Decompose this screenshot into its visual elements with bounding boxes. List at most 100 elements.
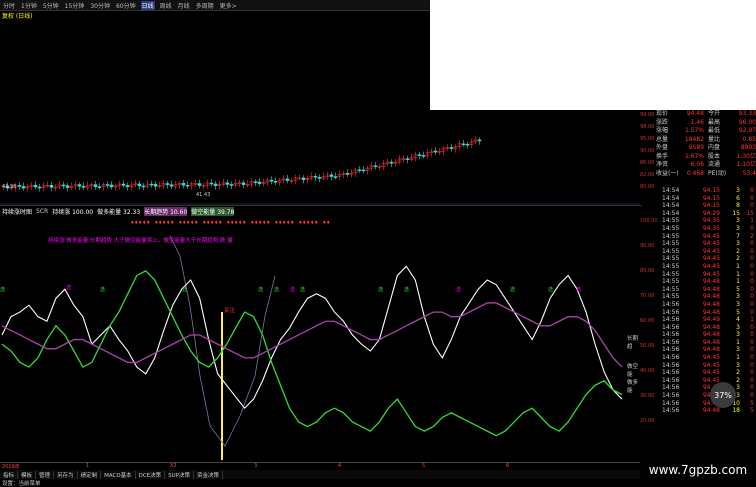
period-tab[interactable]: 多周期 <box>195 1 215 10</box>
axis-label: 98.00 <box>640 124 655 130</box>
tick-volume: 3 <box>736 217 740 225</box>
tick-price: 94.45 <box>702 369 720 377</box>
indicator-tab[interactable]: 管理 <box>36 470 55 479</box>
tick-time: 14:56 <box>662 316 680 324</box>
tick-volume: 6 <box>736 194 740 202</box>
quote-label: 内盘 <box>708 144 721 151</box>
quote-label: 量比 <box>708 135 721 143</box>
signal-marker: 选 <box>182 286 187 293</box>
quote-value: 93.33 <box>738 110 756 117</box>
side-label-trend: 长期趋 <box>627 336 639 350</box>
tick-count: 0 <box>750 247 754 255</box>
quote-row: 外盘 9589 内盘 8893 <box>656 144 756 153</box>
axis-label: 100.00 <box>640 218 658 224</box>
tick-price: 94.48 <box>702 293 720 301</box>
period-tab[interactable]: 15分钟 <box>64 1 86 10</box>
period-tab[interactable]: 1分钟 <box>20 1 38 10</box>
tick-price: 94.35 <box>702 217 720 225</box>
indicator-tab[interactable]: MACD基本 <box>101 470 136 479</box>
candle-body <box>125 185 130 188</box>
indicator-chart[interactable]: ♦ ♦ ♦ ♦ ♦ ♦ ♦ ♦ ♦ ♦ ♦ ♦ ♦ ♦ ♦ ♦ ♦ ♦ ♦ ♦ ♦ ♦ ♦ ♦ ♦ ♦ ♦ ♦ ♦ ♦ ♦ ♦ ♦ ♦ ♦ ♦ ♦ ♦ ♦ ♦… <box>0 216 640 462</box>
candle-body <box>253 181 258 183</box>
candle-body <box>165 183 170 185</box>
signal-marker: 选 <box>456 286 461 293</box>
progress-badge[interactable]: 37% <box>710 382 736 408</box>
candlestick-svg[interactable]: 43.96 41.43 <box>0 10 640 205</box>
tick-time: 14:56 <box>662 354 680 362</box>
tick-row: 14:56 94.45 1 0 <box>656 354 756 362</box>
period-tab[interactable]: 月线 <box>177 1 191 10</box>
candle-body <box>225 182 230 185</box>
tick-time: 14:56 <box>662 407 680 415</box>
tick-time: 14:56 <box>662 369 680 377</box>
tick-count: 0 <box>750 331 754 339</box>
price-chart[interactable]: 复权 (日线) 43.96 41.43 <box>0 10 640 205</box>
indicator-tab[interactable]: 绩定制 <box>78 470 102 479</box>
signal-marker: 选 <box>404 286 409 293</box>
indicator-tab[interactable]: 资金决策 <box>194 470 223 479</box>
date-label: 4 <box>338 463 342 469</box>
tick-count: 5 <box>750 407 754 415</box>
axis-label: 60.00 <box>640 318 655 324</box>
tick-count: 0 <box>750 187 754 194</box>
quote-row: 总量 18482 量比 0.85 <box>656 136 756 145</box>
tick-price: 94.48 <box>702 346 720 354</box>
candle-body <box>449 147 454 149</box>
candle-body <box>93 184 98 187</box>
tick-time: 14:56 <box>662 376 680 384</box>
period-tab[interactable]: 60分钟 <box>115 1 137 10</box>
axis-label: 99.00 <box>640 112 655 118</box>
tick-volume: 1 <box>736 354 740 362</box>
quote-value: 53.4 <box>742 169 756 177</box>
candle-body <box>141 185 146 188</box>
period-tab[interactable]: 30分钟 <box>89 1 111 10</box>
period-tab[interactable]: 日线 <box>140 0 155 10</box>
tick-row: 14:54 94.15 8 0 <box>656 202 756 210</box>
signal-marker: 选 <box>378 286 383 293</box>
tick-count: 2 <box>750 232 754 240</box>
candle-body <box>461 143 466 146</box>
tick-row: 14:56 94.48 3 0 <box>656 324 756 332</box>
tick-count: 0 <box>750 346 754 354</box>
quote-value: 1.67% <box>684 152 704 160</box>
tick-time: 14:54 <box>662 209 680 217</box>
tick-list[interactable]: 14:54 94.15 3 0 14:54 94.15 6 0 14:54 94.15 8 0 14:5… <box>656 187 756 449</box>
indicator-tab[interactable]: 另存为 <box>54 470 78 479</box>
candle-body <box>17 185 22 187</box>
indicator-tab[interactable]: SUP决策 <box>165 470 194 479</box>
candle-body <box>169 184 174 187</box>
indicator-tab[interactable]: 指标 <box>0 470 19 479</box>
indicator-svg[interactable]: ♦ ♦ ♦ ♦ ♦ ♦ ♦ ♦ ♦ ♦ ♦ ♦ ♦ ♦ ♦ ♦ ♦ ♦ ♦ ♦ ♦ ♦ ♦ ♦ ♦ ♦ ♦ ♦ ♦ ♦ ♦ ♦ ♦ ♦ ♦ ♦ ♦ ♦ ♦ ♦… <box>0 216 640 462</box>
tick-price: 94.15 <box>702 187 720 194</box>
quote-label: 股本 <box>708 152 721 160</box>
period-tab[interactable]: 分时 <box>2 1 16 10</box>
indicator-tab[interactable]: DCE决策 <box>136 470 166 479</box>
tick-row: 14:55 94.35 3 0 <box>656 225 756 233</box>
tick-time: 14:55 <box>662 247 680 255</box>
date-label: 3 <box>254 463 258 469</box>
candle-body <box>37 186 42 189</box>
tick-price: 94.45 <box>702 255 720 263</box>
period-tab[interactable]: 更多> <box>219 1 238 10</box>
candle-body <box>257 181 262 184</box>
quote-value: 0.85 <box>742 135 756 143</box>
candle-body <box>185 184 190 187</box>
indicator-code[interactable]: SCR <box>36 208 48 215</box>
tick-price: 94.45 <box>702 262 720 270</box>
tick-count: 0 <box>750 338 754 346</box>
tick-price: 94.48 <box>702 300 720 308</box>
axis-label: 70.00 <box>640 293 655 299</box>
tick-time: 14:56 <box>662 300 680 308</box>
period-tab[interactable]: 5分钟 <box>42 1 60 10</box>
candle-body <box>433 150 438 153</box>
tick-price: 94.48 <box>702 278 720 286</box>
period-tab[interactable]: 周线 <box>159 1 173 10</box>
tick-row: 14:56 94.48 5 0 <box>656 309 756 317</box>
indicator-tab[interactable]: 模板 <box>18 470 37 479</box>
axis-label: 30.00 <box>640 393 655 399</box>
tick-volume: 2 <box>736 255 740 263</box>
tick-count: 1 <box>750 217 754 225</box>
quote-row: 收益(一) 0.468 PE(动) 53.4 <box>656 170 756 179</box>
quote-value: 1.46 <box>690 118 704 126</box>
tick-count: 0 <box>750 361 754 369</box>
